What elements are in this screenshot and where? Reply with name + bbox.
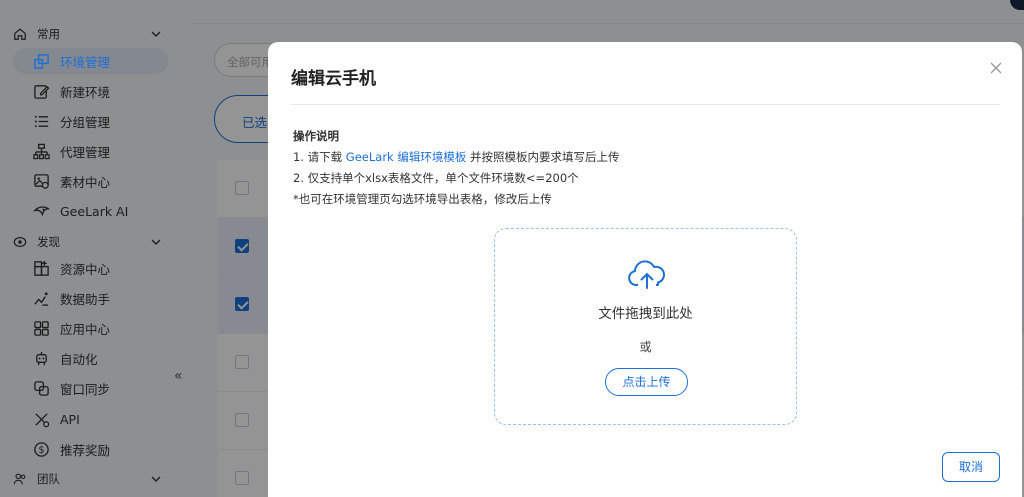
- drag-drop-text: 文件拖拽到此处: [598, 306, 693, 322]
- divider: [291, 104, 1000, 105]
- environment-icon: [33, 53, 50, 70]
- instructions-heading: 操作说明: [293, 129, 339, 143]
- close-icon[interactable]: [988, 60, 1004, 76]
- instruction-text: 1. 请下载: [293, 150, 346, 164]
- or-text: 或: [639, 340, 652, 354]
- instruction-line-2: 2. 仅支持单个xlsx表格文件，单个文件环境数<=200个: [293, 171, 579, 185]
- cancel-button[interactable]: 取消: [942, 452, 1000, 482]
- sidebar-item-label: 环境管理: [60, 54, 111, 70]
- instruction-line-1: 1. 请下载 GeeLark 编辑环境模板 并按照模板内要求填写后上传: [293, 149, 620, 165]
- file-dropzone[interactable]: 文件拖拽到此处 或 点击上传: [494, 228, 797, 425]
- instruction-line-3: *也可在环境管理页勾选环境导出表格，修改后上传: [293, 192, 552, 206]
- download-template-link[interactable]: GeeLark 编辑环境模板: [346, 150, 467, 164]
- cloud-upload-icon: [628, 259, 666, 291]
- dialog-title: 编辑云手机: [291, 69, 376, 89]
- click-upload-button[interactable]: 点击上传: [605, 368, 688, 396]
- instruction-text: 并按照模板内要求填写后上传: [466, 150, 620, 164]
- edit-cloud-phone-dialog: 编辑云手机 操作说明 1. 请下载 GeeLark 编辑环境模板 并按照模板内要…: [268, 42, 1022, 497]
